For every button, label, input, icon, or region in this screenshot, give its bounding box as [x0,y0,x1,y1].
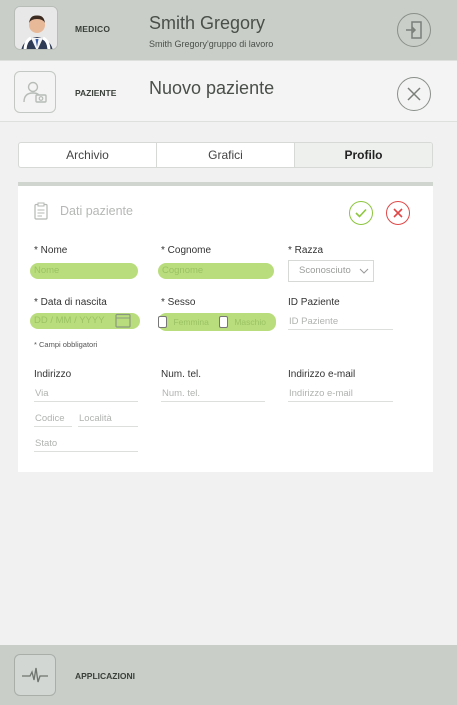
maschio-label: Maschio [234,317,266,327]
card-header: Dati paziente [34,202,133,220]
patient-label: PAZIENTE [75,88,117,98]
id-paziente-input[interactable]: ID Paziente [288,314,393,330]
patient-header: PAZIENTE Nuovo paziente [0,60,457,122]
cancel-button[interactable] [386,201,410,225]
data-nascita-placeholder: DD / MM / YYYY [34,315,105,326]
razza-select[interactable]: Sconosciuto [288,260,374,282]
data-nascita-label: * Data di nascita [34,297,107,308]
sesso-label: * Sesso [161,297,196,308]
id-paziente-label: ID Paziente [288,297,340,308]
via-input[interactable]: Via [34,386,138,402]
codice-input[interactable]: Codice [34,411,72,427]
nome-label: * Nome [34,245,68,256]
logout-icon [406,21,422,39]
patient-icon [23,81,47,103]
num-tel-input[interactable]: Num. tel. [161,386,265,402]
tab-grafici[interactable]: Grafici [157,143,295,167]
patient-title: Nuovo paziente [149,78,275,98]
bottom-bar: APPLICAZIONI [0,645,457,705]
close-button[interactable] [397,77,431,111]
doctor-avatar[interactable] [14,6,58,50]
email-label: Indirizzo e-mail [288,369,356,380]
close-icon [407,87,421,101]
cognome-input[interactable]: Cognome [158,263,274,279]
confirm-button[interactable] [349,201,373,225]
sesso-options: Femmina Maschio [158,313,276,331]
apps-label: APPLICAZIONI [75,671,135,681]
maschio-checkbox[interactable] [218,316,229,328]
num-tel-label: Num. tel. [161,369,202,380]
razza-label: * Razza [288,245,324,256]
apps-button[interactable] [14,654,56,696]
tab-archivio[interactable]: Archivio [19,143,157,167]
tab-bar: Archivio Grafici Profilo [18,142,433,168]
logout-button[interactable] [397,13,431,47]
doctor-group: Smith Gregory'gruppo di lavoro [149,39,274,49]
patient-form-card: Dati paziente * Nome Nome * Cognome Cogn… [18,182,433,472]
clipboard-icon [34,202,48,220]
doctor-header: MEDICO Smith Gregory Smith Gregory'grupp… [0,0,457,60]
email-input[interactable]: Indirizzo e-mail [288,386,393,402]
tab-profilo[interactable]: Profilo [295,143,432,167]
card-title: Dati paziente [60,204,133,218]
stato-input[interactable]: Stato [34,436,138,452]
patient-icon-button[interactable] [14,71,56,113]
femmina-checkbox[interactable] [158,316,168,328]
x-icon [393,208,403,218]
ecg-icon [22,667,48,683]
razza-value: Sconosciuto [299,265,351,276]
doctor-name: Smith Gregory [149,13,266,33]
femmina-label: Femmina [173,317,209,327]
nome-input[interactable]: Nome [30,263,138,279]
indirizzo-label: Indirizzo [34,369,72,380]
calendar-icon[interactable] [115,312,131,328]
chevron-down-icon [359,268,369,274]
role-label: MEDICO [75,24,111,34]
cognome-label: * Cognome [161,245,212,256]
required-note: * Campi obbligatori [34,340,98,349]
check-icon [355,208,367,218]
localita-input[interactable]: Località [78,411,138,427]
